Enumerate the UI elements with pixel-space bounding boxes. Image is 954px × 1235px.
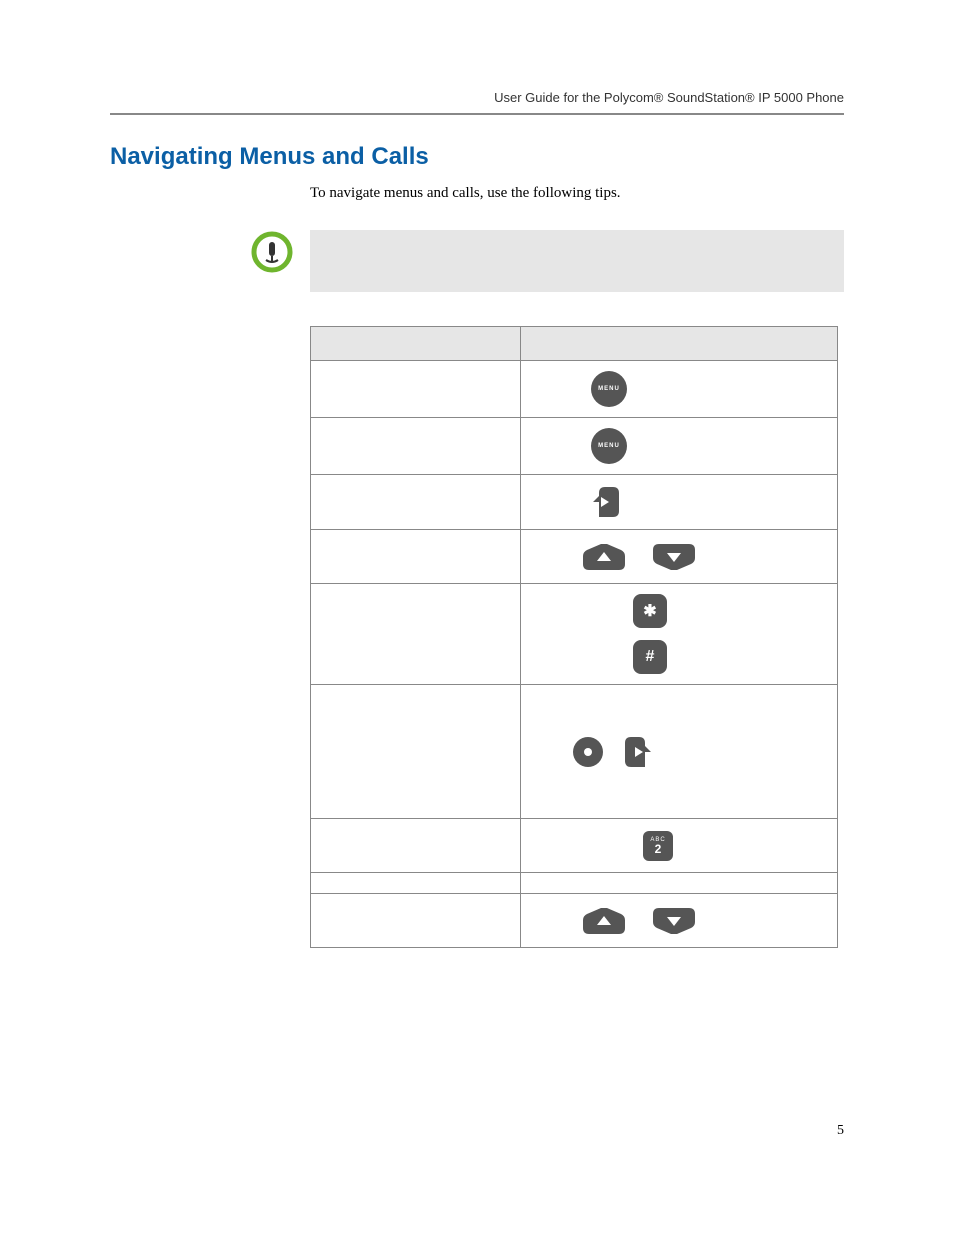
table-cell-description	[311, 361, 521, 418]
table-row: MENU	[311, 361, 838, 418]
tip-icon	[250, 230, 294, 274]
document-page: User Guide for the Polycom® SoundStation…	[0, 0, 954, 1235]
table-cell-buttons: ✱ #	[521, 584, 838, 685]
table-cell-buttons	[521, 894, 838, 948]
table-header-cell	[311, 327, 521, 361]
table-row	[311, 685, 838, 819]
intro-paragraph: To navigate menus and calls, use the fol…	[310, 185, 844, 202]
arrow-right-icon	[623, 735, 653, 769]
header-rule	[110, 113, 844, 115]
table-cell-description	[311, 418, 521, 475]
hash-key-icon: #	[633, 640, 667, 674]
arrow-down-icon	[653, 908, 695, 934]
table-cell-buttons: MENU	[521, 418, 838, 475]
running-header: User Guide for the Polycom® SoundStation…	[110, 90, 844, 113]
table-cell-buttons	[521, 530, 838, 584]
table-row	[311, 873, 838, 894]
table-cell-description	[311, 873, 521, 894]
page-number: 5	[837, 1123, 844, 1139]
table-header-cell	[521, 327, 838, 361]
table-cell-description	[311, 894, 521, 948]
section-heading: Navigating Menus and Calls	[110, 143, 844, 171]
menu-button-icon: MENU	[591, 428, 627, 464]
table-cell-description	[311, 475, 521, 530]
table-row	[311, 475, 838, 530]
arrow-up-icon	[583, 544, 625, 570]
table-cell-buttons	[521, 873, 838, 894]
arrow-left-icon	[591, 485, 621, 519]
table-cell-buttons: ABC 2	[521, 819, 838, 873]
table-row: ✱ #	[311, 584, 838, 685]
table-row: ABC 2	[311, 819, 838, 873]
dialkey-2-number: 2	[655, 843, 662, 855]
menu-button-icon: MENU	[591, 371, 627, 407]
table-cell-description	[311, 685, 521, 819]
arrow-down-icon	[653, 544, 695, 570]
dialkey-2-icon: ABC 2	[643, 831, 673, 861]
navigation-table: MENU MENU	[310, 326, 838, 948]
table-row	[311, 894, 838, 948]
table-cell-description	[311, 819, 521, 873]
table-cell-description	[311, 584, 521, 685]
arrow-up-icon	[583, 908, 625, 934]
tip-note	[250, 230, 844, 292]
select-button-icon	[573, 737, 603, 767]
table-cell-description	[311, 530, 521, 584]
table-cell-buttons: MENU	[521, 361, 838, 418]
table-cell-buttons	[521, 475, 838, 530]
navigation-table-wrap: MENU MENU	[310, 326, 844, 948]
table-cell-buttons	[521, 685, 838, 819]
table-header-row	[311, 327, 838, 361]
tip-note-box	[310, 230, 844, 292]
star-key-icon: ✱	[633, 594, 667, 628]
table-row	[311, 530, 838, 584]
table-row: MENU	[311, 418, 838, 475]
